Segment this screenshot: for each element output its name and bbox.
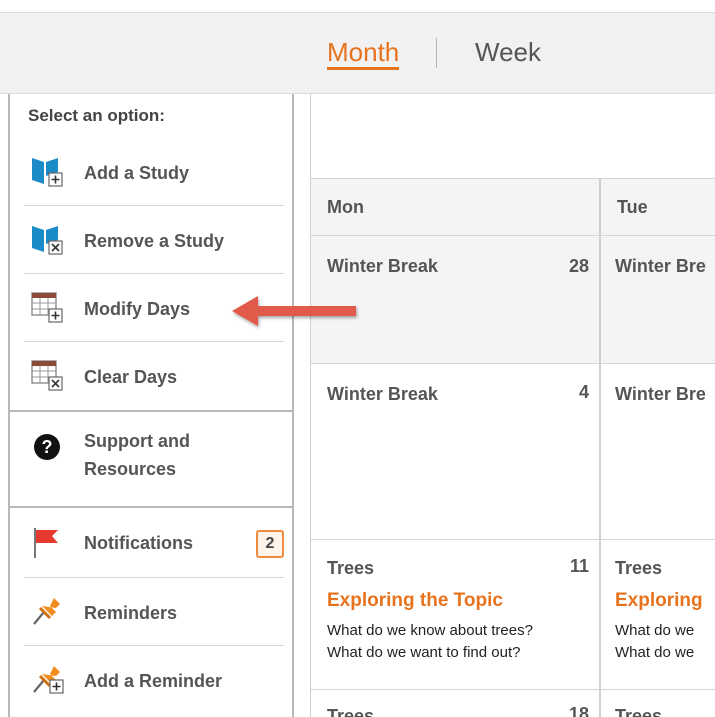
notifications-label: Notifications (84, 533, 194, 553)
study-subtitle: Exploring the Topic (327, 590, 503, 611)
day-header-label: Mon (327, 197, 364, 217)
clear-days-label: Clear Days (84, 367, 178, 387)
add-study-label: Add a Study (84, 163, 190, 183)
day-header-tue: Tue (601, 178, 715, 236)
flag-icon (34, 528, 58, 558)
pushpin-icon (33, 598, 60, 625)
day-number: 11 (569, 556, 589, 576)
reminders-label: Reminders (84, 603, 178, 623)
calendar-remove-icon (31, 360, 63, 391)
svg-text:?: ? (42, 437, 53, 457)
event-title: Winter Break (327, 256, 438, 276)
day-number: 18 (568, 704, 589, 717)
reminders-option[interactable]: Reminders (24, 578, 284, 646)
book-remove-icon (32, 226, 63, 255)
support-label-line1: Support and (84, 431, 190, 451)
pushpin-add-icon (33, 666, 64, 694)
day-number: 4 (578, 382, 589, 402)
day-header-mon: Mon (311, 178, 599, 236)
tab-week[interactable]: Week (475, 37, 541, 67)
calendar-day-cell[interactable]: Trees (601, 690, 715, 717)
tab-separator (436, 38, 437, 68)
calendar-day-cell[interactable]: Trees 11 Exploring the Topic What do we … (311, 540, 599, 690)
study-title: Trees (327, 706, 375, 717)
notification-count-badge: 2 (256, 530, 284, 558)
study-title: Trees (615, 706, 663, 717)
add-reminder-option[interactable]: Add a Reminder (24, 646, 284, 714)
column-divider (599, 178, 601, 717)
calendar-day-cell[interactable]: Winter Bre (601, 236, 715, 364)
pointer-arrow-icon (232, 296, 356, 326)
study-title: Trees (327, 558, 375, 578)
day-header-label: Tue (617, 197, 648, 217)
calendar-day-cell[interactable]: Trees Exploring What do we What do we (601, 540, 715, 690)
event-title: Winter Bre (615, 384, 706, 404)
tab-month[interactable]: Month (327, 37, 400, 70)
remove-study-label: Remove a Study (84, 231, 225, 251)
event-title: Winter Break (327, 384, 438, 404)
calendar-day-cell[interactable]: Trees 18 (311, 690, 599, 717)
remove-study-option[interactable]: Remove a Study (24, 206, 284, 274)
study-title: Trees (615, 558, 663, 578)
add-reminder-label: Add a Reminder (84, 671, 223, 691)
guiding-question: What do we want to find out? (327, 644, 521, 661)
clear-days-option[interactable]: Clear Days (24, 342, 284, 408)
guiding-question: What do we (615, 644, 695, 661)
day-number: 28 (568, 256, 589, 276)
calendar-add-icon (31, 292, 63, 323)
study-subtitle: Exploring (615, 590, 703, 611)
panel-title: Select an option: (28, 106, 165, 125)
guiding-question: What do we know about trees? (327, 622, 533, 639)
calendar-grid: Mon Tue Winter Break 28 Winter Bre Winte… (310, 94, 715, 717)
calendar-day-cell[interactable]: Winter Bre (601, 364, 715, 540)
book-add-icon (32, 158, 63, 187)
calendar-day-cell[interactable]: Winter Break 4 (311, 364, 599, 540)
view-switcher-bar: Month Week (0, 12, 715, 94)
support-resources-option[interactable]: ? Support and Resources (24, 412, 284, 506)
support-label-line2: Resources (84, 459, 177, 479)
options-panel: Select an option: Add a Study Remove a S… (8, 94, 294, 717)
question-circle-icon: ? (34, 434, 60, 460)
notifications-option[interactable]: Notifications 2 (24, 508, 284, 578)
event-title: Winter Bre (615, 256, 706, 276)
guiding-question: What do we (615, 622, 695, 639)
modify-days-label: Modify Days (84, 299, 191, 319)
add-study-option[interactable]: Add a Study (24, 140, 284, 206)
